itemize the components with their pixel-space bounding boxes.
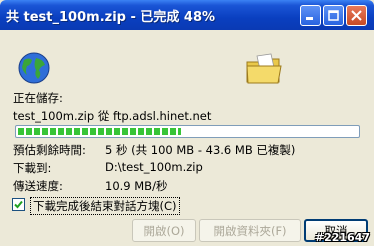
saving-label: 正在儲存: (13, 91, 63, 105)
progress-bar (15, 125, 360, 138)
checkmark-icon (14, 200, 23, 209)
time-remaining-value: 5 秒 (共 100 MB - 43.6 MB 已複製) (105, 143, 296, 157)
minimize-button[interactable] (300, 5, 321, 26)
close-when-done-checkbox[interactable] (12, 198, 25, 211)
open-button[interactable]: 開啟(O) (132, 219, 196, 242)
time-remaining-label: 預估剩餘時間: (13, 143, 86, 157)
transfer-rate-value: 10.9 MB/秒 (105, 179, 168, 193)
maximize-button[interactable] (323, 5, 344, 26)
globe-icon (18, 52, 50, 84)
download-dialog-window: 共 test_100m.zip - 已完成 48% 正在儲存: test_100… (0, 0, 374, 246)
open-folder-button[interactable]: 開啟資料夾(F) (199, 219, 301, 242)
maximize-icon (328, 10, 339, 21)
title-bar[interactable]: 共 test_100m.zip - 已完成 48% (0, 0, 374, 30)
close-when-done-label[interactable]: 下載完成後結束對話方塊(C) (30, 197, 180, 215)
watermark-text: #221647 (314, 231, 370, 244)
close-button[interactable] (346, 5, 367, 26)
window-title: 共 test_100m.zip - 已完成 48% (6, 10, 216, 25)
file-source-text: test_100m.zip 從 ftp.adsl.hinet.net (13, 109, 212, 123)
download-to-value: D:\test_100m.zip (105, 160, 203, 174)
folder-icon (246, 53, 282, 84)
download-to-label: 下載到: (13, 161, 52, 175)
transfer-rate-label: 傳送速度: (13, 179, 63, 193)
minimize-icon (306, 17, 313, 20)
close-icon (351, 10, 362, 21)
progress-fill (18, 128, 181, 135)
